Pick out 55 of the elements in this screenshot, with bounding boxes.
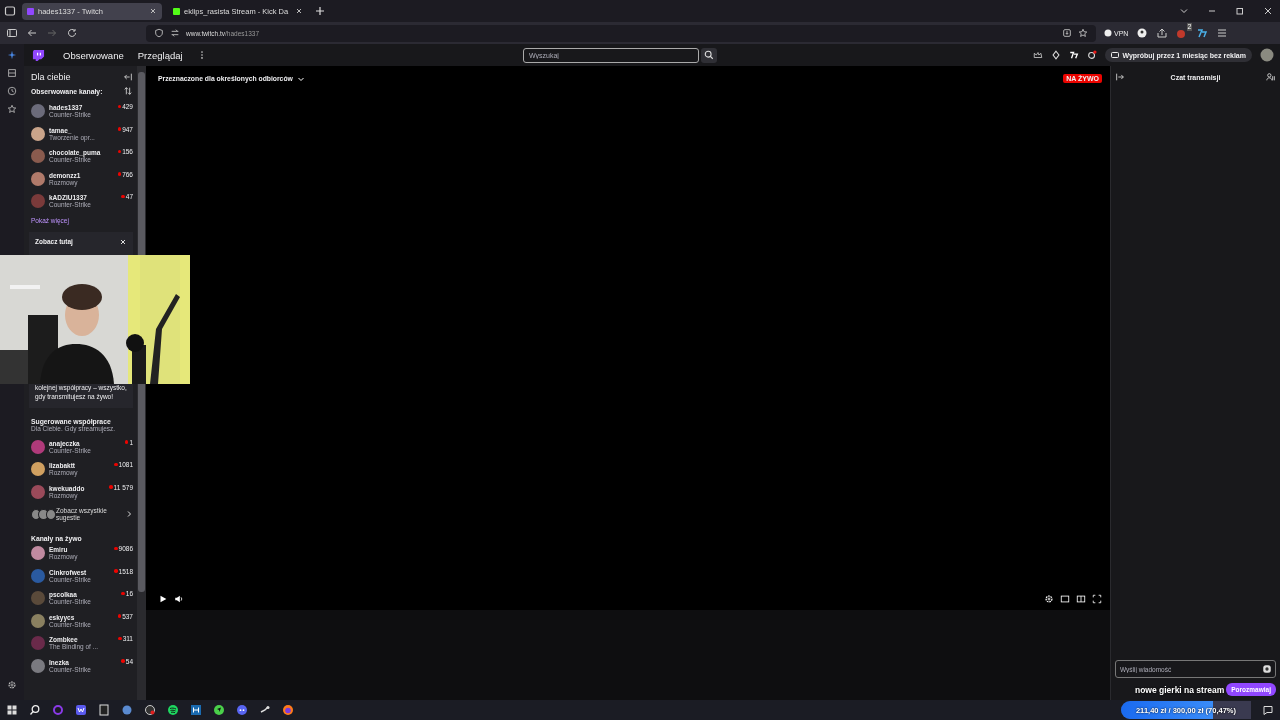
app-icon[interactable] [98,704,110,716]
users-icon[interactable] [1266,72,1276,82]
inbox-icon[interactable] [7,68,17,78]
emote-icon[interactable] [1262,664,1272,674]
twitch-logo[interactable] [32,48,45,62]
extension-icon[interactable] [1196,27,1209,39]
close-icon[interactable] [119,237,127,246]
collapse-chat-icon[interactable] [1115,72,1125,82]
nav-link[interactable]: Obserwowane [63,49,124,61]
star-icon[interactable] [7,104,17,114]
share-icon[interactable] [1156,27,1169,39]
ring-icon[interactable] [52,704,64,716]
back-icon[interactable] [26,27,38,39]
play-icon[interactable] [158,594,168,604]
search-button[interactable] [701,47,717,63]
crown-icon[interactable] [1033,50,1044,60]
profile-icon[interactable] [1136,27,1149,39]
settings-icon[interactable] [7,680,17,690]
spotify-icon[interactable] [167,704,179,716]
notification-center-icon[interactable] [1262,704,1274,716]
notification-icon[interactable] [1087,50,1098,60]
collapse-icon[interactable] [123,72,133,82]
clock-icon[interactable] [7,86,17,96]
close-tab-icon[interactable] [149,7,157,15]
chevron-right-icon [125,510,133,518]
theatre-mode-icon[interactable] [1060,594,1070,604]
restore-icon[interactable] [1234,5,1246,17]
reload-icon[interactable] [66,27,78,39]
sort-icon[interactable] [123,86,133,96]
nav-link[interactable]: Przeglądaj [137,49,183,61]
close-icon[interactable] [1262,5,1274,17]
gauge-icon[interactable] [144,704,156,716]
windows-logo-icon[interactable] [6,704,18,716]
app-icon[interactable] [190,704,202,716]
sparkle-icon[interactable] [7,50,17,60]
location-icon[interactable] [213,704,225,716]
screen-icon [1111,51,1120,59]
discord-icon[interactable] [236,704,248,716]
volume-icon[interactable] [174,594,184,604]
diamond-icon[interactable] [1051,50,1062,60]
fullscreen-icon[interactable] [1092,594,1102,604]
close-tab-icon[interactable] [295,7,303,15]
new-tab-icon[interactable] [314,5,326,17]
dot-icon [1104,29,1112,37]
tab-list-icon[interactable] [4,5,16,17]
avatar-icon[interactable] [1260,48,1274,62]
search-icon[interactable] [29,704,41,716]
split-view-icon[interactable] [1076,594,1086,604]
menu-icon[interactable] [1216,27,1229,39]
firefox-icon[interactable] [282,704,294,716]
extension-icon[interactable] [1069,50,1080,60]
stream-caption: nowe gierki na stream [1134,684,1225,695]
sidebar-title: Dla ciebie [31,72,71,82]
sidebar-toggle-icon[interactable] [6,27,18,39]
app-icon[interactable] [75,704,87,716]
